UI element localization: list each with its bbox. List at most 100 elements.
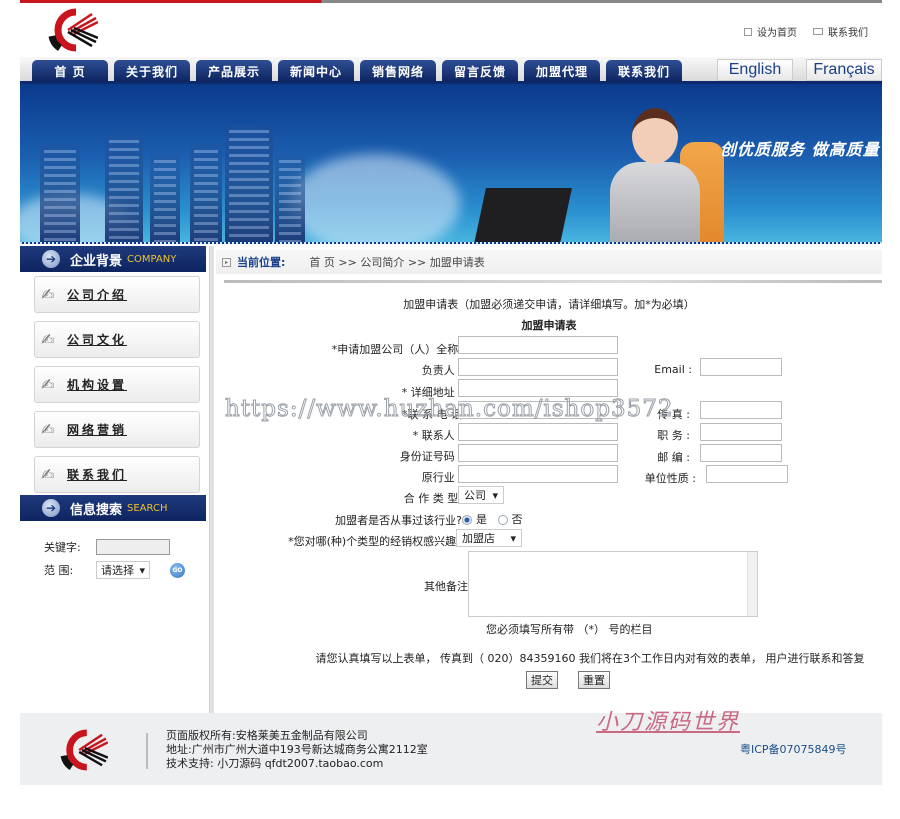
- pen-book-icon: ✍: [41, 420, 55, 439]
- footer-copyright: 页面版权所有:安格莱美五金制品有限公司: [166, 729, 368, 742]
- language-switcher: English Français: [717, 59, 882, 81]
- textarea-scrollbar[interactable]: [747, 552, 757, 616]
- chevron-down-icon: ▾: [510, 531, 516, 545]
- footer-support[interactable]: 技术支持: 小刀源码 qfdt2007.taobao.com: [166, 757, 428, 771]
- position-label: 职 务 :: [657, 429, 690, 442]
- chevron-down-icon: ▾: [139, 563, 145, 577]
- breadcrumb-label: 当前位置:: [237, 256, 286, 269]
- postcode-input[interactable]: [700, 444, 782, 462]
- radio-checked-icon: [462, 515, 472, 525]
- fax-label: 传 真 :: [657, 408, 690, 421]
- experience-yes[interactable]: 是: [462, 513, 487, 526]
- set-homepage-link[interactable]: 设为首页: [744, 24, 797, 39]
- building-shape: [40, 144, 80, 242]
- id-number-input[interactable]: [458, 444, 618, 462]
- pen-book-icon: ✍: [41, 465, 55, 484]
- search-go-button[interactable]: GO: [170, 562, 185, 578]
- footer-divider: [146, 733, 148, 769]
- contact-person-input[interactable]: [458, 423, 618, 441]
- sidebar: ➔ 企业背景 COMPANY ✍ 公司介绍 ✍ 公司文化 ✍ 机构设置 ✍ 网络…: [20, 246, 206, 585]
- phone-input[interactable]: [458, 401, 618, 419]
- cooperation-type-label: 合 作 类 型:: [403, 492, 462, 505]
- search-panel: 关键字: 范 围: 请选择 ▾ GO: [20, 521, 206, 579]
- radio-unchecked-icon: [497, 515, 508, 525]
- nav-contact[interactable]: 联系我们: [606, 60, 682, 82]
- brand-watermark: 小刀源码世界: [596, 710, 741, 735]
- nav-news[interactable]: 新闻中心: [278, 60, 354, 82]
- experience-radios: 是 否: [462, 511, 523, 527]
- chevron-down-icon: ▾: [492, 488, 498, 502]
- sidebar-item-organization[interactable]: ✍ 机构设置: [34, 366, 200, 403]
- pen-book-icon: ✍: [41, 375, 55, 394]
- form-intro: 加盟申请表（加盟必须递交申请，请详细填写。加*为必填）: [403, 298, 695, 311]
- address-input[interactable]: [458, 379, 618, 397]
- submit-button[interactable]: 提交: [526, 671, 558, 689]
- mail-icon: [813, 28, 823, 35]
- search-section-header: ➔ 信息搜索 SEARCH: [20, 495, 206, 521]
- nav-franchise[interactable]: 加盟代理: [524, 60, 600, 82]
- businesswoman-image: [610, 162, 700, 242]
- building-shape: [190, 144, 222, 242]
- original-industry-label: 原行业 :: [421, 471, 462, 484]
- banner-slogan: 创优质服务 做高质量: [720, 140, 880, 159]
- sidebar-item-online-marketing[interactable]: ✍ 网络营销: [34, 411, 200, 448]
- manager-input[interactable]: [458, 358, 618, 376]
- sidebar-item-company-intro[interactable]: ✍ 公司介绍: [34, 276, 200, 313]
- required-note: 您必须填写所有带 （*） 号的栏目: [486, 623, 653, 636]
- company-name-label: *申请加盟公司（人）全称:: [331, 343, 462, 356]
- pen-book-icon: ✍: [41, 330, 55, 349]
- icp-record-link[interactable]: 粤ICP备07075849号: [740, 741, 847, 757]
- building-shape: [105, 134, 143, 242]
- id-number-label: 身份证号码 :: [399, 450, 462, 463]
- remarks-textarea[interactable]: [468, 551, 758, 617]
- fax-note: 请您认真填写以上表单， 传真到（ 020）84359160 我们将在3个工作日内…: [315, 652, 865, 665]
- contact-us-link[interactable]: 联系我们: [813, 24, 868, 39]
- reset-button[interactable]: 重置: [578, 671, 610, 689]
- nav-sales-network[interactable]: 销售网络: [360, 60, 436, 82]
- businesswoman-head: [632, 108, 678, 164]
- building-shape: [225, 124, 273, 242]
- lang-english[interactable]: English: [717, 59, 793, 81]
- email-input[interactable]: [700, 358, 782, 376]
- contact-person-label: * 联系人 :: [412, 429, 462, 442]
- nav-about[interactable]: 关于我们: [114, 60, 190, 82]
- breadcrumb: ▸ 当前位置: 首 页 >> 公司简介 >> 加盟申请表: [216, 250, 882, 274]
- nav-feedback[interactable]: 留言反馈: [442, 60, 518, 82]
- company-name-input[interactable]: [458, 336, 618, 354]
- address-label: * 详细地址 :: [401, 386, 462, 399]
- fax-input[interactable]: [700, 401, 782, 419]
- postcode-label: 邮 编 :: [657, 451, 690, 464]
- remarks-label: 其他备注: [424, 580, 468, 593]
- form-title: 加盟申请表: [521, 319, 577, 332]
- sidebar-item-contact[interactable]: ✍ 联系我们: [34, 456, 200, 493]
- lang-french[interactable]: Français: [806, 59, 882, 81]
- main-nav: 首 页 关于我们 产品展示 新闻中心 销售网络 留言反馈 加盟代理 联系我们: [32, 60, 682, 82]
- sidebar-item-company-culture[interactable]: ✍ 公司文化: [34, 321, 200, 358]
- experience-label: 加盟者是否从事过该行业?: [335, 514, 462, 527]
- footer-address: 地址:广州市广州大道中193号新达城商务公寓2112室: [166, 743, 428, 756]
- keyword-input[interactable]: [96, 539, 170, 555]
- cooperation-type-select[interactable]: 公司 ▾: [458, 486, 504, 504]
- scope-select[interactable]: 请选择 ▾: [96, 561, 150, 579]
- company-type-input[interactable]: [706, 465, 788, 483]
- interest-select[interactable]: 加盟店 ▾: [456, 529, 522, 547]
- breadcrumb-divider: [224, 280, 882, 283]
- footer-logo: [60, 729, 108, 771]
- nav-products[interactable]: 产品展示: [196, 60, 272, 82]
- cloud-shape: [290, 154, 460, 242]
- company-menu: ✍ 公司介绍 ✍ 公司文化 ✍ 机构设置 ✍ 网络营销 ✍ 联系我们: [20, 272, 206, 493]
- pen-book-icon: ✍: [41, 285, 55, 304]
- top-accent-line: [20, 0, 882, 3]
- position-input[interactable]: [700, 423, 782, 441]
- footer: 页面版权所有:安格莱美五金制品有限公司 地址:广州市广州大道中193号新达城商务…: [20, 713, 882, 785]
- company-logo[interactable]: [46, 8, 98, 52]
- original-industry-input[interactable]: [458, 465, 618, 483]
- breadcrumb-path[interactable]: 首 页 >> 公司简介 >> 加盟申请表: [309, 254, 484, 270]
- phone-label: *联 系 电 话: [402, 408, 462, 421]
- company-type-label: 单位性质 :: [644, 472, 696, 485]
- experience-no[interactable]: 否: [497, 513, 523, 526]
- nav-home[interactable]: 首 页: [32, 60, 108, 82]
- manager-label: 负责人 :: [421, 364, 462, 377]
- company-section-header: ➔ 企业背景 COMPANY: [20, 246, 206, 272]
- interest-label: *您对哪(种)个类型的经销权感兴趣?: [288, 535, 462, 548]
